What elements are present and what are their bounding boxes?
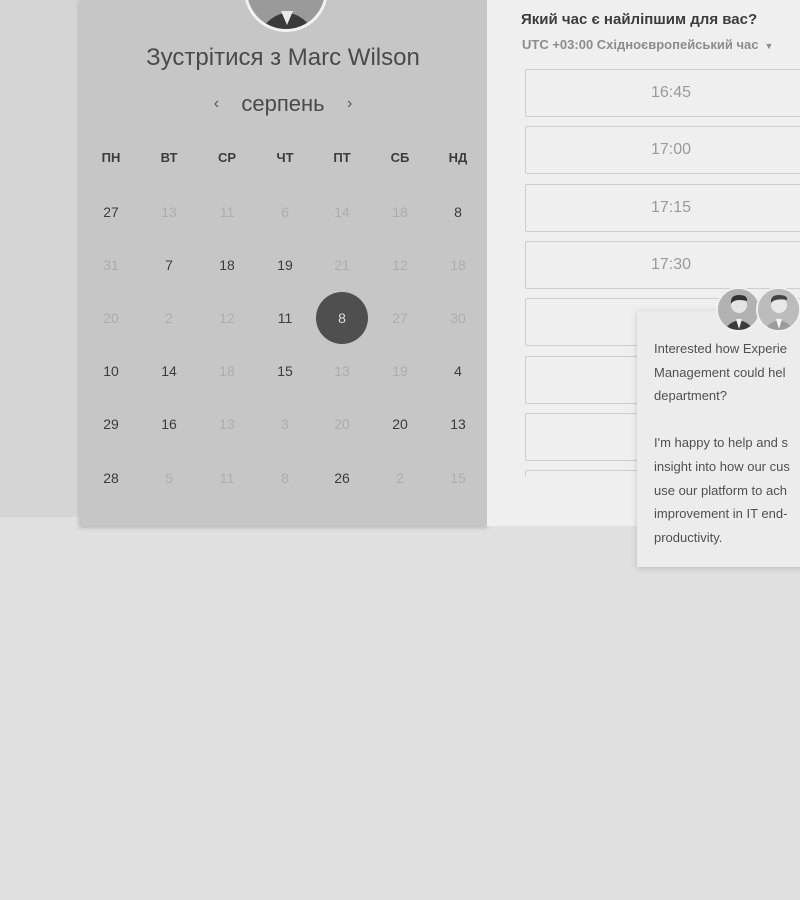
month-label: серпень — [241, 91, 325, 116]
weekday-label: ВТ — [160, 150, 178, 165]
calendar-day[interactable]: 15 — [265, 351, 305, 391]
chat-popup[interactable]: Interested how Experie Management could … — [637, 311, 800, 567]
calendar-day: 8 — [281, 470, 289, 486]
calendar-day[interactable]: 27 — [91, 192, 131, 232]
person-icon — [247, 0, 325, 29]
calendar-day[interactable]: 20 — [380, 404, 420, 444]
calendar-day: 2 — [396, 470, 404, 486]
calendar-day: 11 — [219, 204, 235, 220]
calendar-day: 18 — [219, 363, 235, 379]
page-title: Зустрітися з Marc Wilson — [146, 44, 420, 71]
agent-avatar[interactable] — [716, 287, 761, 332]
calendar-day: 13 — [334, 363, 350, 379]
calendar-day[interactable]: 16 — [149, 404, 189, 444]
calendar-day: 12 — [219, 310, 235, 326]
time-slot-button[interactable]: 17:00 — [525, 126, 800, 175]
calendar-day: 2 — [165, 310, 173, 326]
time-heading: Який час є найліпшим для вас? — [521, 11, 758, 28]
weekday-label: ЧТ — [276, 150, 294, 165]
calendar-day: 13 — [161, 204, 177, 220]
time-slot-button[interactable]: 16:45 — [525, 69, 800, 117]
weekday-label: СР — [217, 150, 237, 165]
person-icon — [758, 289, 799, 330]
calendar-day: 3 — [281, 416, 289, 432]
calendar-day: 21 — [334, 257, 350, 273]
calendar-panel: Зустрітися з Marc Wilson ‹ серпень › ПН В… — [79, 0, 487, 526]
calendar-day[interactable]: 11 — [265, 298, 305, 338]
person-icon — [718, 289, 759, 330]
weekday-label: ПН — [101, 150, 121, 165]
timezone-label: UTC +03:00 Східноєвропейський час — [522, 37, 759, 52]
calendar-day: 20 — [103, 310, 119, 326]
calendar-day[interactable]: 19 — [265, 245, 305, 285]
weekday-label: ПТ — [333, 150, 351, 165]
calendar-day[interactable]: 26 — [322, 458, 362, 498]
calendar-day: 18 — [392, 204, 408, 220]
calendar-day: 27 — [392, 310, 408, 326]
previous-month-button[interactable]: ‹ — [207, 90, 225, 118]
next-month-button[interactable]: › — [341, 90, 359, 118]
calendar-day: 20 — [334, 416, 350, 432]
calendar-day[interactable]: 18 — [207, 245, 247, 285]
calendar-day: 11 — [219, 470, 235, 486]
calendar-day[interactable]: 14 — [149, 351, 189, 391]
calendar-day: 31 — [103, 257, 119, 273]
calendar-day: 5 — [165, 470, 173, 486]
selected-day[interactable]: 8 — [316, 292, 368, 344]
host-avatar — [244, 0, 328, 32]
month-navigation: ‹ серпень › — [79, 90, 487, 118]
weekday-label: НД — [448, 150, 468, 165]
calendar-day[interactable]: 13 — [438, 404, 478, 444]
chat-message: Interested how Experie Management could … — [654, 341, 790, 545]
calendar-day: 18 — [450, 257, 466, 273]
calendar-day[interactable]: 7 — [149, 245, 189, 285]
calendar-day: 14 — [334, 204, 350, 220]
calendar-day[interactable]: 8 — [438, 192, 478, 232]
calendar-day: 30 — [450, 310, 466, 326]
calendar-day[interactable]: 29 — [91, 404, 131, 444]
time-slot-button[interactable]: 17:15 — [525, 183, 800, 232]
calendar-day: 19 — [392, 363, 408, 379]
calendar-day: 12 — [392, 257, 408, 273]
time-slot-button[interactable]: 17:30 — [525, 240, 800, 289]
chevron-down-icon: ▼ — [764, 40, 774, 51]
calendar-day[interactable]: 28 — [91, 458, 131, 498]
agent-avatar[interactable] — [756, 287, 800, 332]
calendar-day[interactable]: 10 — [91, 351, 131, 391]
weekday-label: СБ — [390, 150, 410, 165]
calendar-day: 6 — [281, 204, 289, 220]
calendar-day[interactable]: 4 — [438, 351, 478, 391]
calendar-day: 15 — [450, 470, 466, 486]
calendar-day: 13 — [219, 416, 235, 432]
timezone-select[interactable]: UTC +03:00 Східноєвропейський час ▼ — [522, 37, 773, 52]
